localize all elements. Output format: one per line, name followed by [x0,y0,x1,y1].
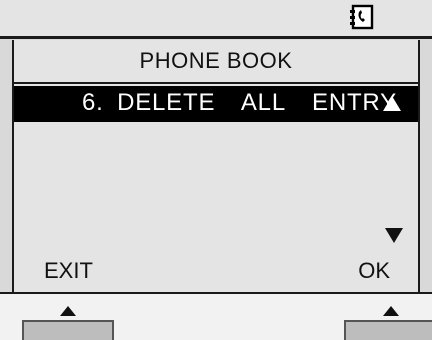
title-bar: PHONE BOOK [14,40,418,84]
left-softkey-button[interactable] [22,320,114,340]
left-softkey-pointer-icon [60,306,76,316]
menu-item-label: 6. DELETE ALL ENTRY [82,89,397,116]
page-title: PHONE BOOK [139,48,293,73]
right-softkey-pointer-icon [383,306,399,316]
right-softkey-button[interactable] [344,320,432,340]
phonebook-icon [350,4,374,30]
status-bar [0,0,432,36]
menu-item-delete-all-entry[interactable]: 6. DELETE ALL ENTRY [14,86,418,122]
phone-display: PHONE BOOK 6. DELETE ALL ENTRY EXIT OK [12,40,420,292]
ok-softkey-label[interactable]: OK [358,258,390,284]
exit-softkey-label[interactable]: EXIT [44,258,93,284]
screen-top-border [0,36,432,39]
up-arrow-icon[interactable] [382,95,402,112]
down-arrow-icon[interactable] [384,227,404,244]
